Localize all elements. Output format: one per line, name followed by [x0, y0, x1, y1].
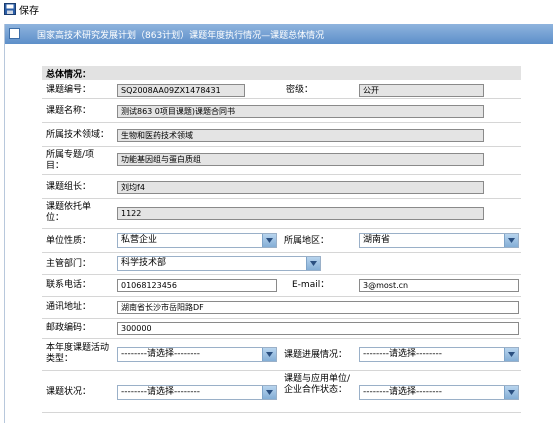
unit-nature-select[interactable]: 私营企业: [117, 233, 277, 248]
postcode-label: 邮政编码：: [46, 323, 92, 333]
panel-header: 国家高技术研究发展计划（863计划）课题年度执行情况—课题总体情况: [5, 24, 553, 44]
section-header: 总体情况：: [42, 66, 521, 80]
project-name-label: 课题名称：: [46, 106, 92, 116]
save-label: 保存: [19, 5, 39, 17]
row-leader: 课题组长： 刘均f4: [42, 176, 521, 199]
section-title: 总体情况：: [46, 70, 92, 80]
address-label: 通讯地址：: [46, 302, 92, 312]
row-host-unit: 课题依托单位： 1122: [42, 200, 521, 229]
authority-label: 主管部门：: [46, 259, 92, 269]
tech-field-field: 生物和医药技术领域: [117, 129, 484, 142]
row-address: 通讯地址：: [42, 298, 521, 319]
progress-select[interactable]: --------请选择--------: [359, 347, 519, 362]
secrecy-field: 公开: [359, 84, 484, 97]
row-contact: 联系电话： E-mail：: [42, 276, 521, 297]
row-unit-nature: 单位性质： 私营企业 所属地区： 湖南省: [42, 230, 521, 253]
chevron-down-icon[interactable]: [306, 257, 320, 270]
phone-label: 联系电话：: [46, 280, 92, 290]
row-activity: 本年度课题活动类型： --------请选择-------- 课题进展情况： -…: [42, 340, 521, 371]
activity-type-label: 本年度课题活动类型：: [46, 343, 110, 364]
row-status: 课题状况： --------请选择-------- 课题与应用单位/企业合作状态…: [42, 372, 521, 413]
unit-nature-label: 单位性质：: [46, 236, 92, 246]
topic-field: 功能基因组与蛋白质组: [117, 153, 484, 166]
status-select[interactable]: --------请选择--------: [117, 385, 277, 400]
chevron-down-icon[interactable]: [262, 348, 276, 361]
host-unit-field: 1122: [117, 207, 484, 220]
panel-title: 国家高技术研究发展计划（863计划）课题年度执行情况—课题总体情况: [37, 31, 325, 41]
email-input[interactable]: [359, 279, 519, 292]
floppy-disk-icon: [4, 3, 16, 15]
toolbar: 保存: [0, 0, 553, 22]
save-button[interactable]: 保存: [4, 2, 39, 17]
region-select[interactable]: 湖南省: [359, 233, 519, 248]
row-tech-field: 所属技术领域： 生物和医药技术领域: [42, 124, 521, 147]
chevron-down-icon[interactable]: [262, 234, 276, 247]
coop-status-value: --------请选择--------: [363, 387, 442, 397]
project-no-field: SQ2008AA09ZX1478431: [117, 84, 245, 97]
topic-label: 所属专题/项目：: [46, 150, 95, 171]
postcode-input[interactable]: [117, 322, 519, 335]
chevron-down-icon[interactable]: [504, 348, 518, 361]
row-topic: 所属专题/项目： 功能基因组与蛋白质组: [42, 148, 521, 175]
status-label: 课题状况：: [46, 387, 92, 397]
coop-status-select[interactable]: --------请选择--------: [359, 385, 519, 400]
phone-input[interactable]: [117, 279, 277, 292]
authority-select[interactable]: 科学技术部: [117, 256, 321, 271]
authority-value: 科学技术部: [121, 258, 167, 268]
region-value: 湖南省: [363, 235, 391, 245]
progress-label: 课题进展情况：: [284, 350, 348, 360]
activity-type-value: --------请选择--------: [121, 349, 200, 359]
coop-status-label: 课题与应用单位/企业合作状态：: [284, 374, 351, 395]
address-input[interactable]: [117, 301, 519, 314]
row-project-name: 课题名称： 测试863 0项目课题)课题合同书: [42, 100, 521, 123]
row-postcode: 邮政编码：: [42, 320, 521, 339]
secrecy-label: 密级：: [286, 85, 314, 95]
region-label: 所属地区：: [284, 236, 330, 246]
leader-label: 课题组长：: [46, 182, 92, 192]
project-name-field: 测试863 0项目课题)课题合同书: [117, 105, 484, 118]
email-label: E-mail：: [292, 280, 330, 290]
host-unit-label: 课题依托单位：: [46, 202, 92, 223]
status-value: --------请选择--------: [121, 387, 200, 397]
project-no-label: 课题编号：: [46, 85, 92, 95]
leader-field: 刘均f4: [117, 181, 484, 194]
chevron-down-icon[interactable]: [504, 386, 518, 399]
tech-field-label: 所属技术领域：: [46, 130, 110, 140]
chevron-down-icon[interactable]: [262, 386, 276, 399]
chevron-down-icon[interactable]: [504, 234, 518, 247]
progress-value: --------请选择--------: [363, 349, 442, 359]
expand-icon[interactable]: [9, 28, 20, 39]
row-authority: 主管部门： 科学技术部: [42, 254, 521, 275]
unit-nature-value: 私营企业: [121, 235, 158, 245]
activity-type-select[interactable]: --------请选择--------: [117, 347, 277, 362]
row-project-no: 课题编号： SQ2008AA09ZX1478431 密级： 公开: [42, 82, 521, 99]
